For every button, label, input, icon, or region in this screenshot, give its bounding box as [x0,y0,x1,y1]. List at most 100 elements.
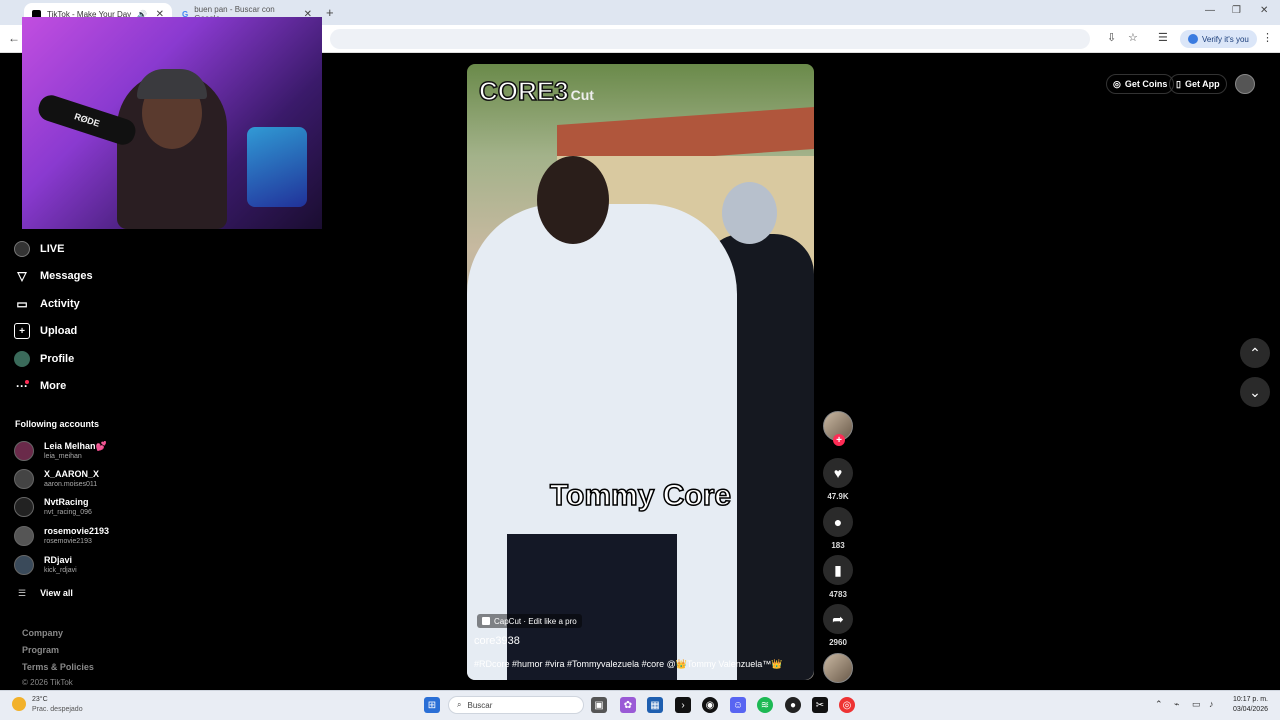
sidebar-item-label: Profile [40,353,75,365]
sidebar-item-profile[interactable]: Profile [14,351,74,367]
video-scene-person-head [722,182,777,244]
tray-chevron-icon[interactable]: ⌃ [1155,699,1163,710]
copilot-icon[interactable]: ✿ [620,697,636,713]
video-scene-person-head [537,156,609,244]
capcut-icon [482,617,490,625]
weather-temperature[interactable]: 23°C [32,696,48,703]
volume-icon[interactable]: ♪ [1209,699,1214,709]
obs-icon[interactable]: ◉ [702,697,718,713]
network-icon[interactable]: ⌁ [1174,699,1179,710]
account-name: NvtRacing [44,497,89,507]
video-author[interactable]: core3938 [474,635,520,647]
avatar [14,469,34,489]
display-icon[interactable]: ▭ [1192,699,1201,710]
comment-button[interactable]: ● [823,507,853,537]
account-handle: rosemovie2193 [44,538,92,545]
sidebar-item-label: LIVE [40,243,65,255]
sidebar-item-messages[interactable]: ▽ Messages [14,268,92,284]
account-handle: kick_rdjavi [44,567,77,574]
tab-search-icon[interactable]: ☰ [1158,31,1168,44]
get-app-button[interactable]: ▯ Get App [1169,74,1227,94]
capcut-label: CapCut · Edit like a pro [494,616,577,626]
windows-start-icon[interactable]: ⊞ [424,697,440,713]
maximize-icon[interactable]: ❐ [1232,5,1241,16]
send-icon: ▽ [17,269,27,283]
app-icon[interactable]: ● [785,697,801,713]
discord-icon[interactable]: ☺ [730,697,746,713]
comment-icon: ● [833,514,843,530]
video-player[interactable]: CORE3 Cut Tommy Core CapCut · Edit like a… [467,64,814,680]
bookmark-icon: ▮ [834,561,842,578]
share-icon: ➦ [832,610,844,627]
sidebar-item-label: Upload [40,325,78,337]
save-button[interactable]: ▮ [823,555,853,585]
task-view-icon[interactable]: ▣ [591,697,607,713]
phone-icon: ▯ [1176,78,1181,89]
list-icon: ☰ [18,588,27,598]
avatar [14,555,34,575]
capcut-app-icon[interactable]: ✂ [812,697,828,713]
music-disc-avatar[interactable] [823,653,853,683]
chrome-menu-icon[interactable]: ⋮ [1262,31,1273,44]
sidebar-item-upload[interactable]: + Upload [14,323,77,339]
omnibox[interactable] [330,29,1090,49]
next-video-button[interactable]: ⌄ [1240,377,1270,407]
sidebar-item-activity[interactable]: ▭ Activity [14,296,79,312]
get-coins-label: Get Coins [1124,79,1168,89]
back-icon[interactable]: ← [8,31,20,45]
capcut-badge[interactable]: CapCut · Edit like a pro [477,614,582,628]
bookmark-star-icon[interactable]: ☆ [1128,31,1138,44]
taskbar-search[interactable]: ⌕ Buscar [448,696,584,714]
avatar [14,497,34,517]
new-tab-button[interactable]: + [326,5,334,20]
minimize-icon[interactable]: — [1205,5,1215,16]
footer-link-terms[interactable]: Terms & Policies [22,662,94,672]
profile-dot-icon [1188,34,1198,44]
sidebar-item-more[interactable]: ··· More [14,378,66,394]
taskbar-search-label: Buscar [467,700,493,710]
store-icon[interactable]: ▦ [647,697,663,713]
weather-description[interactable]: Prac. despejado [32,706,83,713]
comment-count: 183 [831,541,845,550]
following-account[interactable]: RDjavi kick_rdjavi [14,555,77,575]
spotify-icon[interactable]: ≋ [757,697,773,713]
following-account[interactable]: NvtRacing nvt_racing_096 [14,497,92,517]
following-account[interactable]: X_AARON_X aaron.moises011 [14,469,99,489]
terminal-icon[interactable]: › [675,697,691,713]
user-avatar[interactable] [1235,74,1255,94]
video-description: #RDcore #humor #vira #Tommyvalezuela #co… [474,659,783,669]
live-icon [14,241,30,257]
clock-time[interactable]: 10:17 p. m. [1222,696,1268,703]
video-watermark: CORE3 Cut [478,75,594,107]
following-accounts-title: Following accounts [15,419,100,429]
upload-icon: + [14,323,30,339]
previous-video-button[interactable]: ⌃ [1240,338,1270,368]
streamer-cap [137,69,207,99]
windows-taskbar [0,690,1280,720]
account-name: X_AARON_X [44,469,100,479]
sidebar-item-live[interactable]: LIVE [14,241,64,257]
clock-date[interactable]: 03/04/2026 [1222,706,1268,713]
avatar [14,441,34,461]
footer-link-company[interactable]: Company [22,628,63,638]
get-coins-button[interactable]: ◎ Get Coins [1106,74,1175,94]
install-icon[interactable]: ⇩ [1107,31,1116,44]
share-button[interactable]: ➦ [823,604,853,634]
chrome-icon[interactable]: ◎ [839,697,855,713]
footer-link-program[interactable]: Program [22,645,59,655]
verify-button[interactable]: Verify it's you [1180,30,1257,48]
following-account[interactable]: Leia Melhan💕 leia_meihan [14,441,107,461]
get-app-label: Get App [1184,79,1220,89]
view-all-button[interactable]: ☰ View all [18,588,73,599]
close-window-icon[interactable]: ✕ [1260,5,1268,16]
like-button[interactable]: ♥ [823,458,853,488]
copyright: © 2026 TikTok [22,678,73,687]
account-name: RDjavi [44,555,73,565]
brand-text: CORE3 [478,75,569,107]
follow-plus-icon[interactable]: + [833,434,845,446]
share-count: 2960 [829,638,847,647]
following-account[interactable]: rosemovie2193 rosemovie2193 [14,526,109,546]
more-icon: ··· [16,379,29,393]
video-caption: Tommy Core [549,478,732,513]
brand-suffix: Cut [570,87,594,103]
